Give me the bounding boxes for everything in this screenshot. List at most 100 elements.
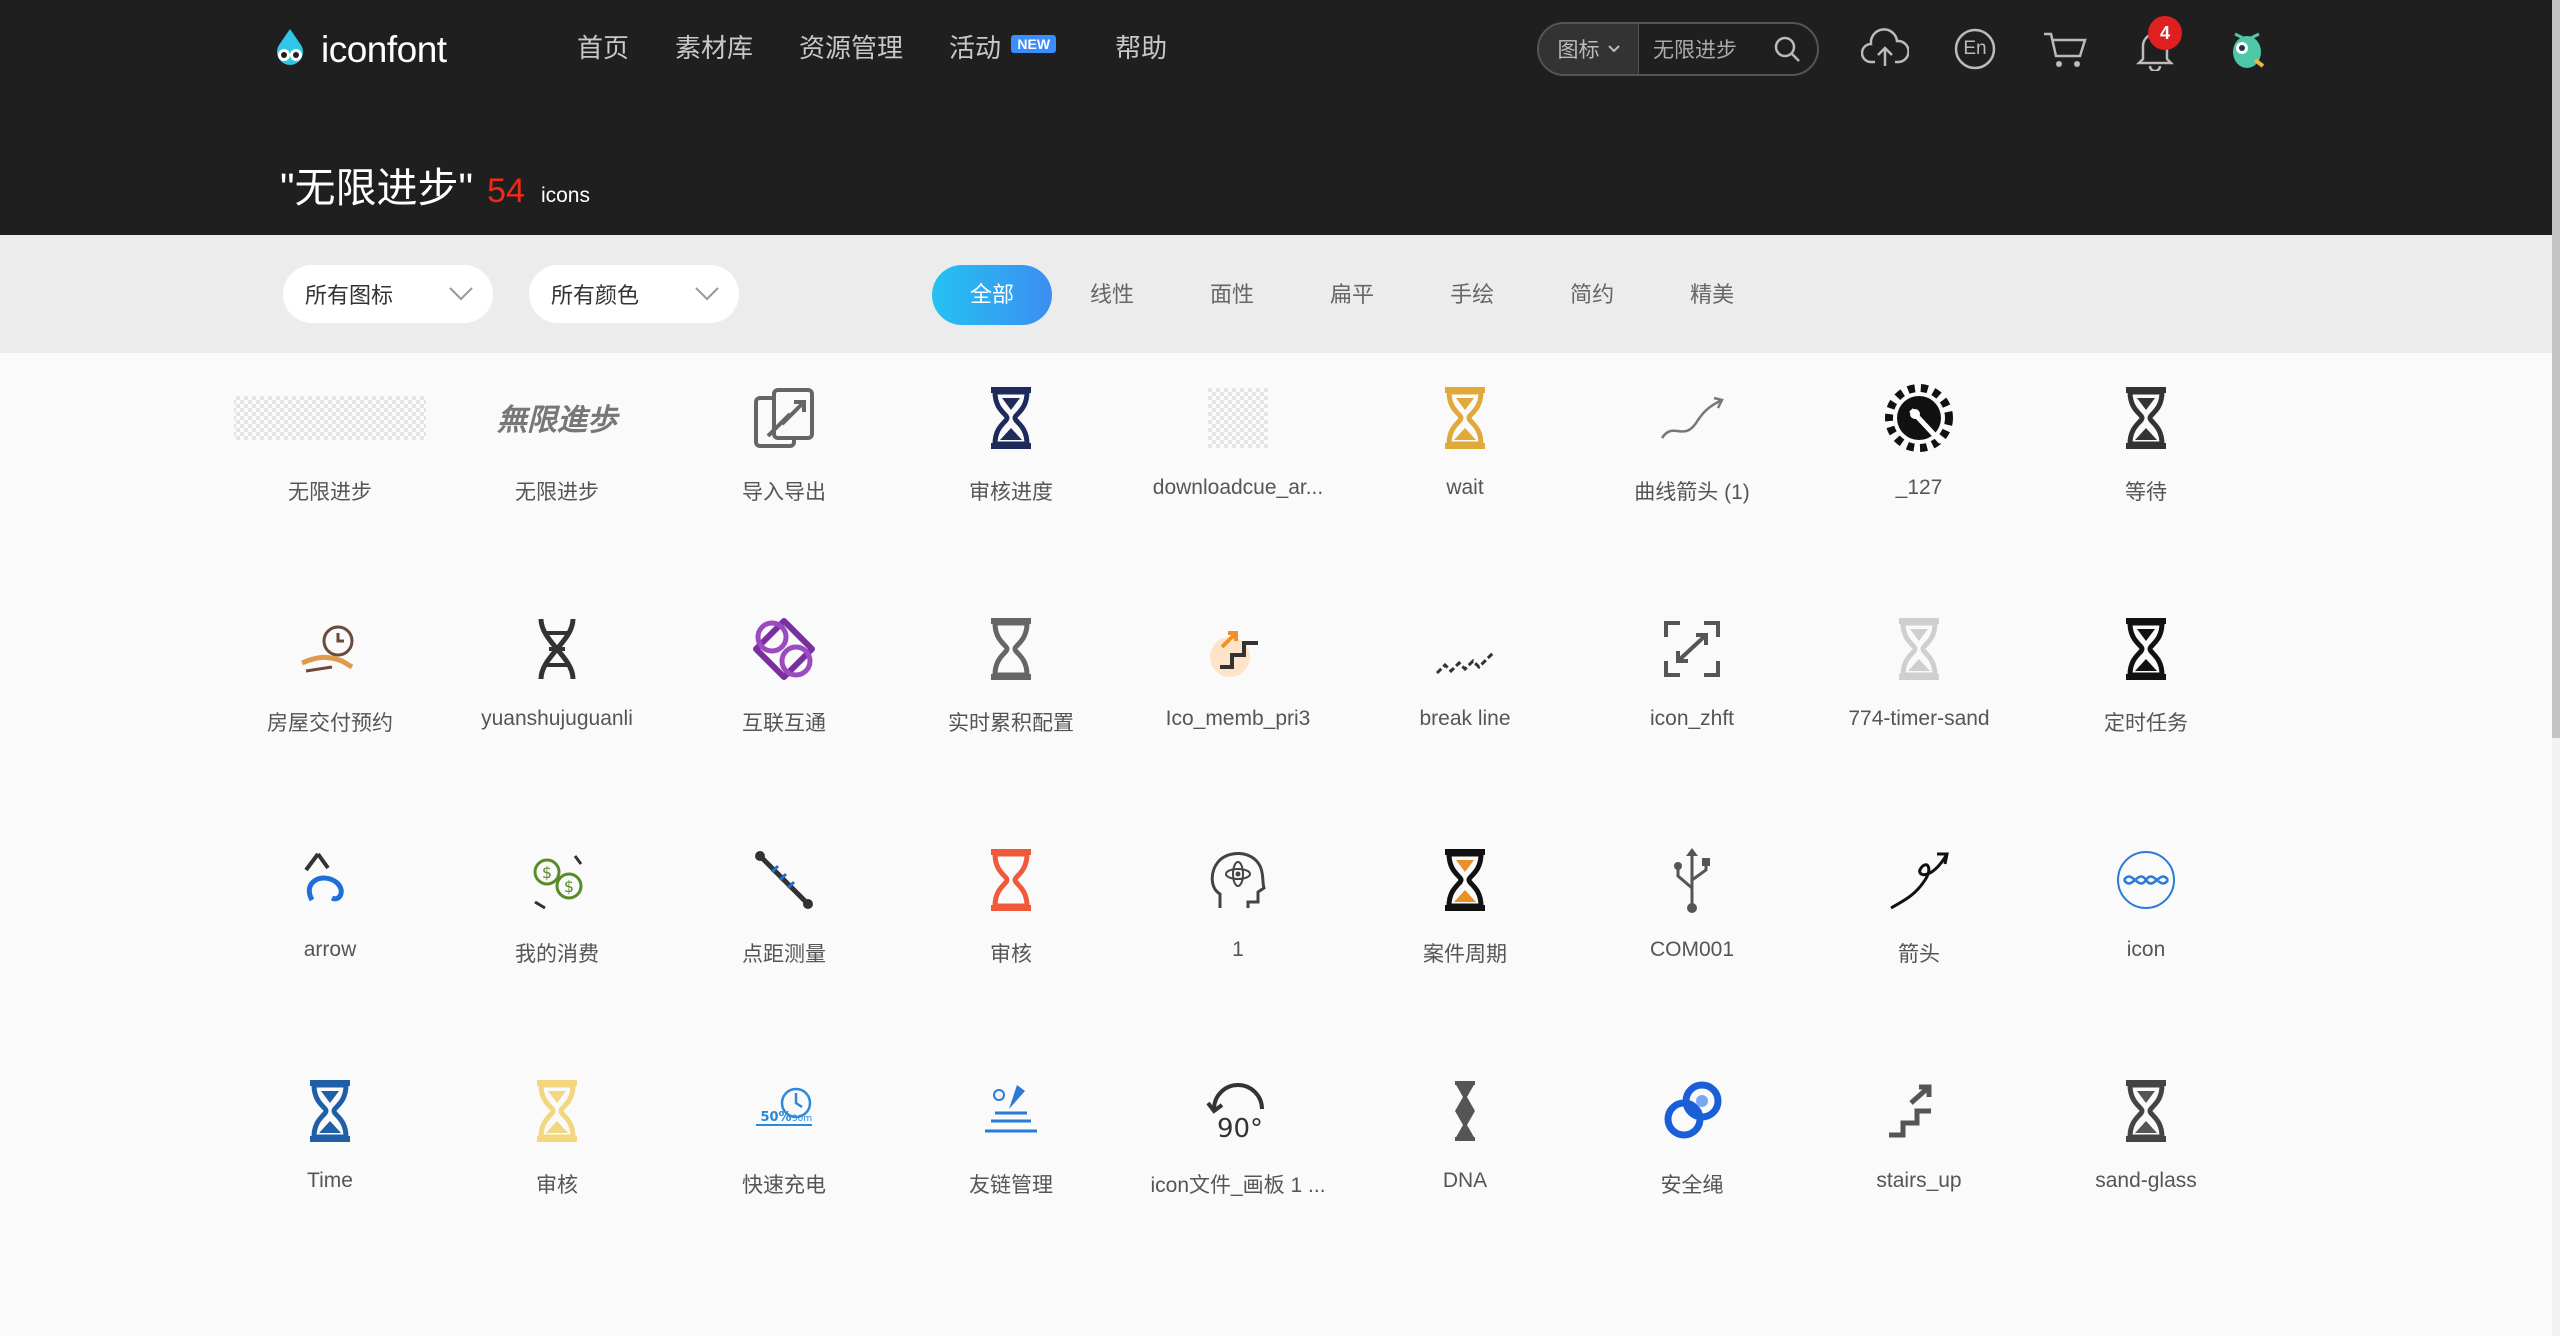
icon-label: 曲线箭头 (1)	[1634, 481, 1750, 504]
chevron-down-icon	[1607, 45, 1620, 53]
tab-line[interactable]: 线性	[1052, 265, 1172, 325]
svg-text:30m: 30m	[792, 1114, 812, 1124]
icon-label: 无限进步	[515, 481, 599, 504]
icon-item[interactable]: break line	[1365, 611, 1565, 801]
color-value: 所有颜色	[551, 283, 640, 308]
import-export-icon-icon	[754, 388, 814, 448]
icon-item[interactable]: 箭头	[1819, 842, 2019, 1032]
tab-flat[interactable]: 扁平	[1292, 265, 1412, 325]
hourglass-light-icon	[1899, 618, 1939, 680]
icon-label: COM001	[1649, 938, 1735, 961]
icon-item[interactable]: icon	[2046, 842, 2246, 1032]
site-logo[interactable]: iconfont	[265, 22, 447, 78]
icon-label: yuanshujuguanli	[481, 707, 633, 730]
tab-fine[interactable]: 精美	[1652, 265, 1772, 325]
swap-box-icon	[1664, 621, 1720, 677]
icon-item[interactable]: icon_zhft	[1592, 611, 1792, 801]
money-green-icon: $$	[533, 855, 583, 910]
tab-all[interactable]: 全部	[932, 265, 1053, 325]
scrollbar-thumb[interactable]	[2552, 0, 2560, 738]
tab-hand-drawn[interactable]: 手绘	[1412, 265, 1532, 325]
icon-item[interactable]: 774-timer-sand	[1819, 611, 2019, 801]
notifications-button[interactable]: 4	[2130, 16, 2182, 74]
head-atom-icon	[1210, 852, 1266, 908]
cart-button[interactable]	[2040, 24, 2090, 74]
icon-item[interactable]: 案件周期	[1365, 842, 1565, 1032]
dna-circle-icon	[2117, 851, 2175, 909]
safety-rope-icon	[1664, 1081, 1722, 1139]
search-type-label: 图标	[1557, 39, 1600, 62]
icon-item[interactable]: downloadcue_ar...	[1138, 380, 1338, 570]
icon-item[interactable]: Time	[230, 1073, 430, 1263]
nav-activity[interactable]: 活动 NEW	[949, 28, 1057, 65]
icon-label: Time	[307, 1169, 353, 1192]
icon-item[interactable]: sand-glass	[2046, 1073, 2246, 1263]
icon-item[interactable]: 1	[1138, 842, 1338, 1032]
user-avatar[interactable]	[2222, 24, 2272, 74]
icon-item[interactable]: 定时任务	[2046, 611, 2246, 801]
svg-text:$: $	[542, 863, 552, 882]
icon-item[interactable]: COM001	[1592, 842, 1792, 1032]
icon-item[interactable]: 审核	[911, 842, 1111, 1032]
arrow-swirl-icon	[304, 852, 344, 902]
search-type-select[interactable]: 图标	[1539, 24, 1639, 74]
icon-item[interactable]: DNA	[1365, 1073, 1565, 1263]
nav-library[interactable]: 素材库	[675, 28, 753, 65]
nav-help[interactable]: 帮助	[1115, 28, 1167, 65]
tab-simple[interactable]: 简约	[1532, 265, 1652, 325]
icon-label: 无限进步	[288, 481, 372, 504]
icon-item[interactable]: 审核进度	[911, 380, 1111, 570]
tab-fill[interactable]: 面性	[1172, 265, 1292, 325]
icon-item[interactable]: _127	[1819, 380, 2019, 570]
icon-item[interactable]: 等待	[2046, 380, 2246, 570]
icon-item[interactable]: 無限進歩 无限进步	[457, 380, 657, 570]
avatar-icon	[2233, 32, 2265, 68]
search-button[interactable]	[1764, 26, 1810, 72]
nav-activity-label: 活动	[949, 33, 1002, 63]
icon-item[interactable]: 审核	[457, 1073, 657, 1263]
icon-label: stairs_up	[1876, 1169, 1962, 1192]
icon-label: wait	[1446, 476, 1484, 499]
rotate-90-icon: 90°	[1206, 1083, 1264, 1144]
hourglass-navy-icon	[991, 387, 1031, 449]
icon-label: 安全绳	[1660, 1174, 1724, 1197]
icon-item[interactable]: 无限进步	[230, 380, 430, 570]
chevron-down-icon	[449, 287, 473, 301]
search-input[interactable]	[1639, 37, 1764, 61]
icon-item[interactable]: 互联互通	[684, 611, 884, 801]
new-badge: NEW	[1011, 35, 1057, 53]
icon-label: 等待	[2125, 481, 2167, 504]
language-button[interactable]: En	[1950, 24, 2000, 74]
icon-label: 互联互通	[742, 712, 826, 735]
icon-item[interactable]: 50% 30m 快速充电	[684, 1073, 884, 1263]
icon-item[interactable]: 90° icon文件_画板 1 ...	[1138, 1073, 1338, 1263]
icon-item[interactable]: 实时累积配置	[911, 611, 1111, 801]
icon-item[interactable]: arrow	[230, 842, 430, 1032]
icon-type-dropdown[interactable]: 所有图标	[283, 265, 493, 323]
hourglass-outline-icon	[2126, 387, 2166, 449]
nav-home[interactable]: 首页	[577, 28, 629, 65]
icon-item[interactable]: stairs_up	[1819, 1073, 2019, 1263]
icon-item[interactable]: $ $ 我的消费	[457, 842, 657, 1032]
icon-item[interactable]: 房屋交付预约	[230, 611, 430, 801]
fast-charge-icon: 50% 30m	[756, 1087, 812, 1126]
icon-item[interactable]: wait	[1365, 380, 1565, 570]
icon-item[interactable]: 点距测量	[684, 842, 884, 1032]
svg-text:50%: 50%	[760, 1110, 791, 1125]
cart-icon	[2044, 32, 2087, 67]
scrollbar[interactable]	[2552, 0, 2560, 1336]
icon-item[interactable]: 曲线箭头 (1)	[1592, 380, 1792, 570]
icon-item[interactable]: 导入导出	[684, 380, 884, 570]
icon-label: downloadcue_ar...	[1152, 476, 1324, 499]
hourglass-gold-icon	[1445, 387, 1485, 449]
stylized-text-icon: 無限進歩	[497, 403, 620, 438]
icon-item[interactable]: 友链管理	[911, 1073, 1111, 1263]
icon-item[interactable]: Ico_memb_pri3	[1138, 611, 1338, 801]
icon-label: 导入导出	[742, 481, 826, 504]
upload-button[interactable]	[1860, 24, 1910, 74]
icon-item[interactable]: yuanshujuguanli	[457, 611, 657, 801]
arrow-loop-icon	[1890, 852, 1949, 910]
color-dropdown[interactable]: 所有颜色	[529, 265, 739, 323]
nav-resources[interactable]: 资源管理	[799, 28, 903, 65]
icon-item[interactable]: 安全绳	[1592, 1073, 1792, 1263]
